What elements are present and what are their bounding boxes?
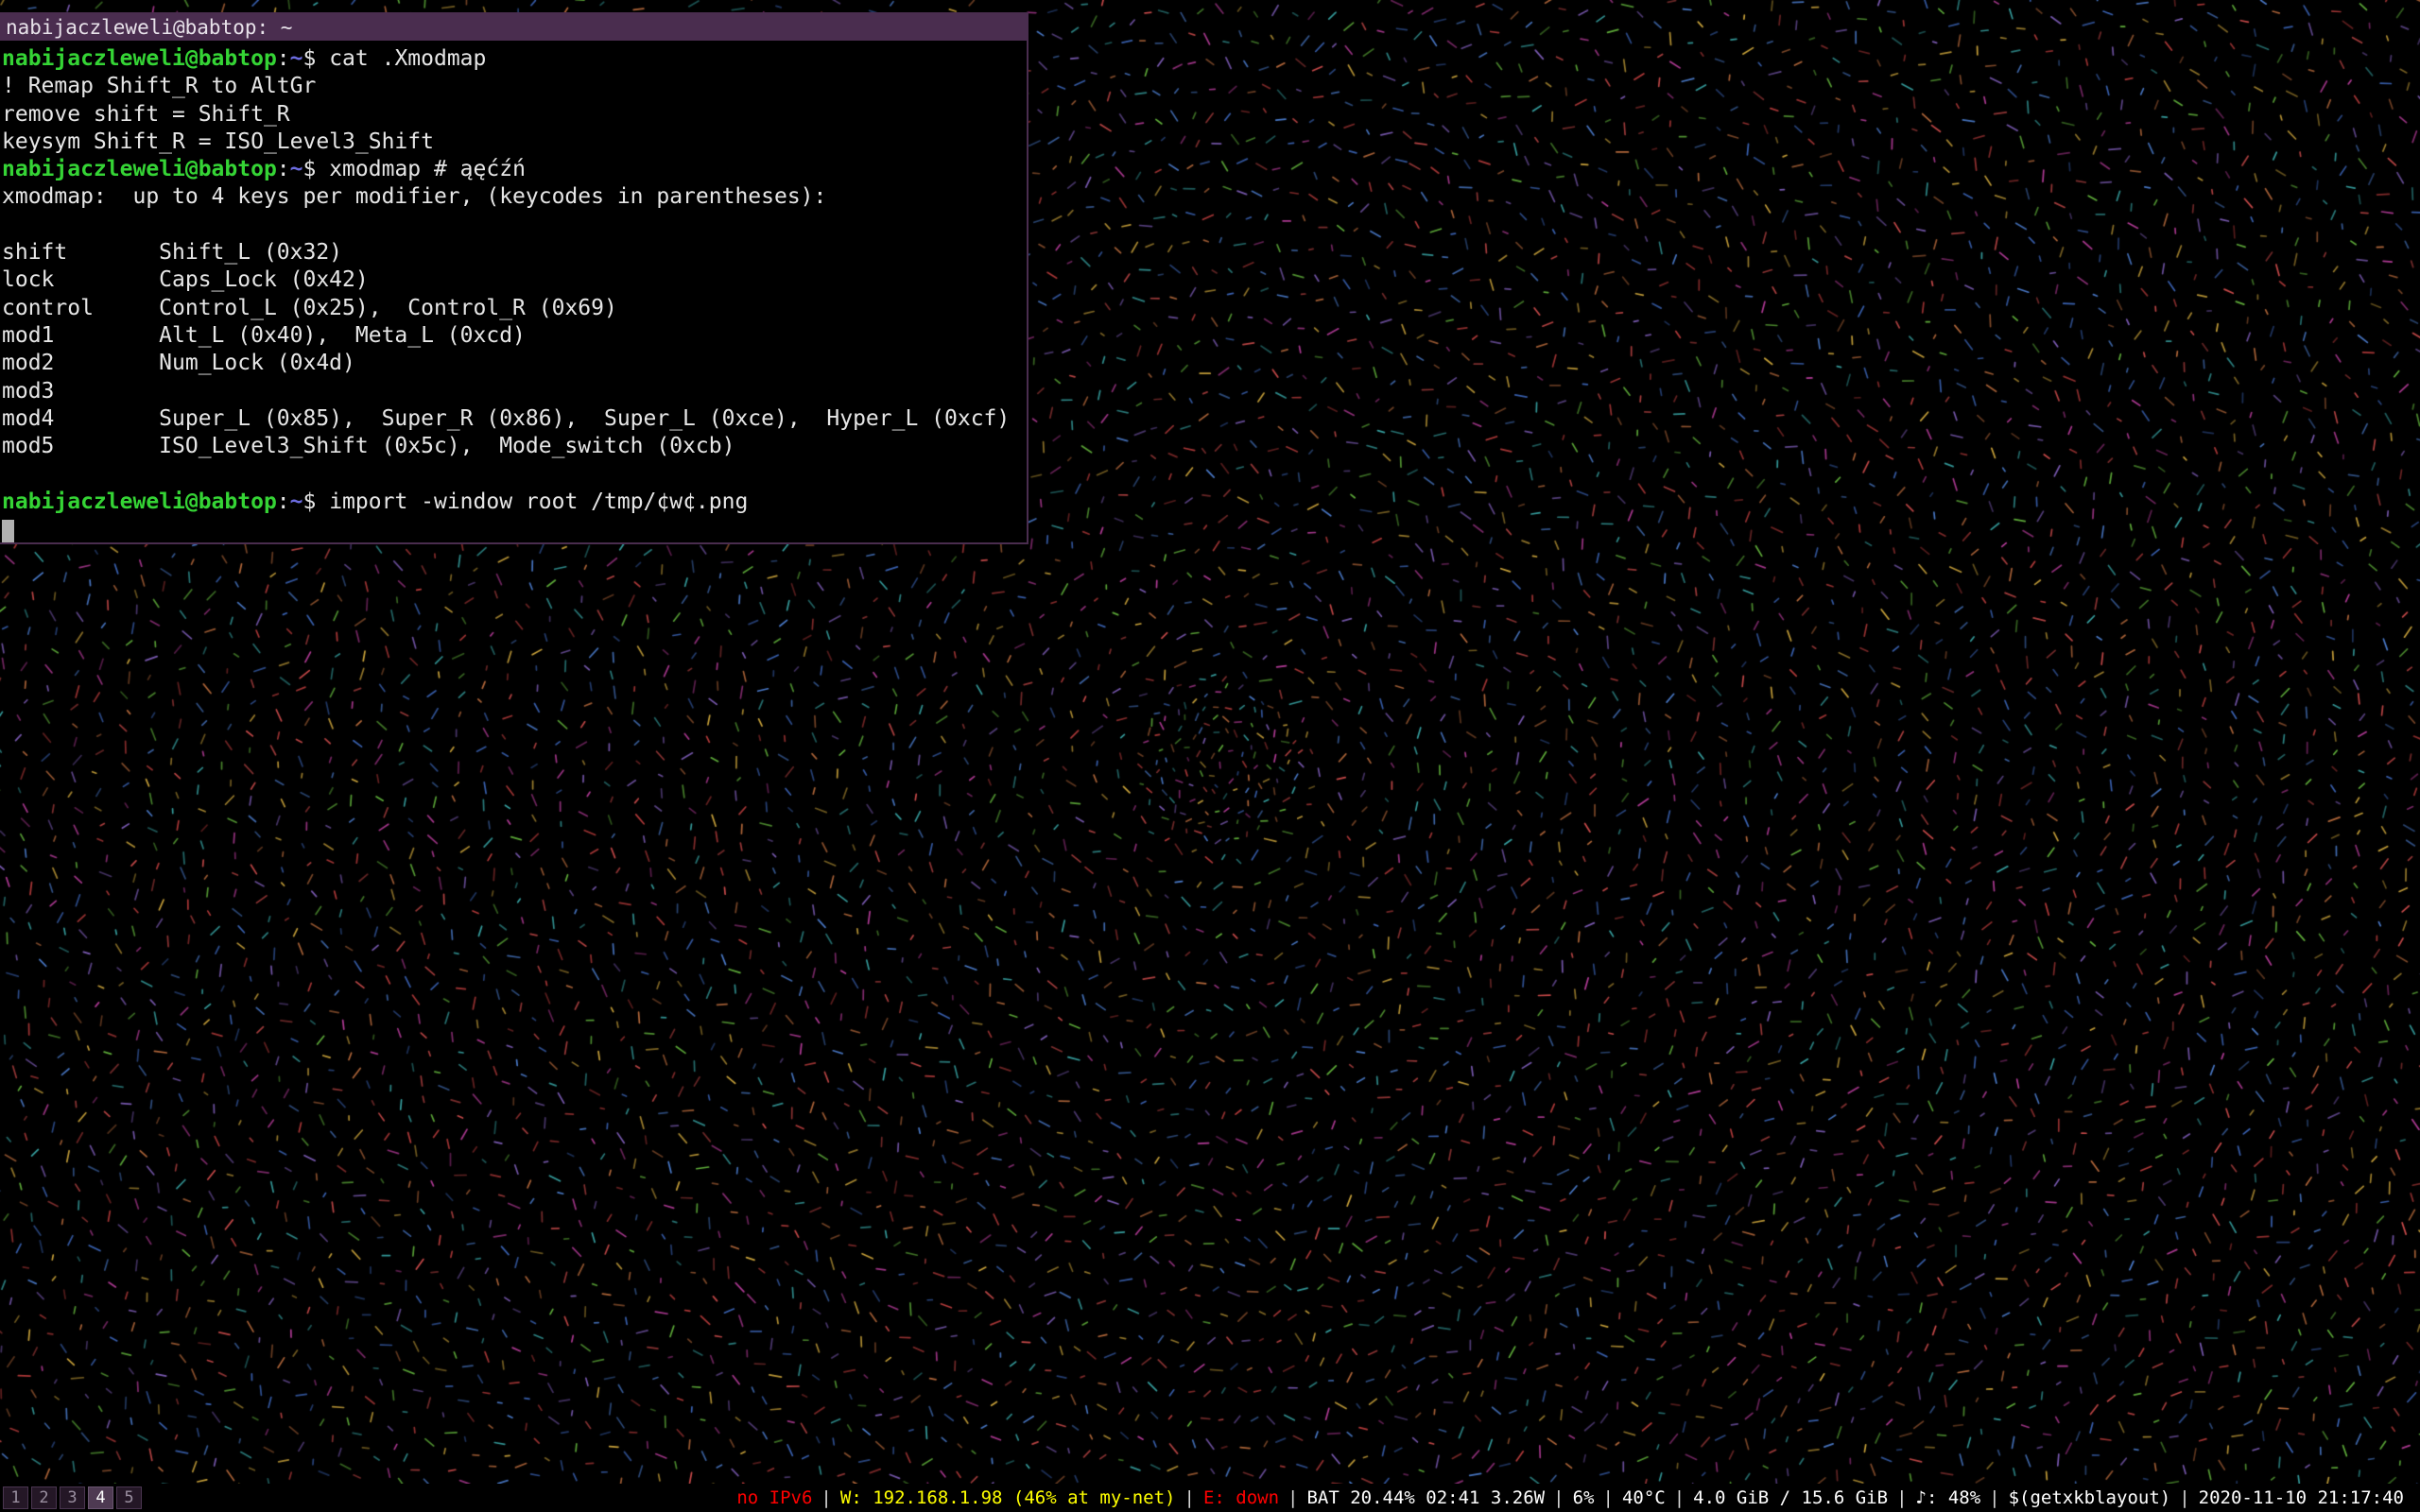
workspace-button-1[interactable]: 1 [3, 1486, 28, 1509]
terminal-line: control Control_L (0x25), Control_R (0x6… [2, 295, 1027, 322]
workspace-button-5[interactable]: 5 [116, 1486, 142, 1509]
terminal-text: nabijaczleweli@babtop [2, 490, 277, 514]
status-segment: ♪: 48% [1908, 1487, 1990, 1508]
status-separator: | [1896, 1487, 1907, 1508]
terminal-text: nabijaczleweli@babtop [2, 46, 277, 71]
terminal-line [2, 212, 1027, 239]
terminal-text: $ cat .Xmodmap [303, 46, 487, 71]
workspace-switcher: 12345 [0, 1486, 142, 1509]
terminal-text: : [277, 157, 290, 181]
workspace-button-3[interactable]: 3 [60, 1486, 85, 1509]
terminal-line: xmodmap: up to 4 keys per modifier, (key… [2, 183, 1027, 211]
status-bar: 12345 no IPv6|W: 192.168.1.98 (46% at my… [0, 1484, 2420, 1512]
terminal-text: shift Shift_L (0x32) [2, 240, 342, 265]
terminal-line: mod1 Alt_L (0x40), Meta_L (0xcd) [2, 322, 1027, 350]
workspace-button-4[interactable]: 4 [88, 1486, 113, 1509]
terminal-text: mod1 Alt_L (0x40), Meta_L (0xcd) [2, 323, 526, 348]
terminal-text: nabijaczleweli@babtop [2, 157, 277, 181]
terminal-body[interactable]: nabijaczleweli@babtop:~$ cat .Xmodmap! R… [0, 41, 1027, 542]
terminal-line: shift Shift_L (0x32) [2, 239, 1027, 266]
terminal-text: : [277, 46, 290, 71]
terminal-line: nabijaczleweli@babtop:~$ xmodmap # ąęćźń [2, 156, 1027, 183]
terminal-line: nabijaczleweli@babtop:~$ import -window … [2, 489, 1027, 516]
terminal-text: keysym Shift_R = ISO_Level3_Shift [2, 129, 434, 154]
terminal-line: remove shift = Shift_R [2, 101, 1027, 129]
terminal-line [2, 460, 1027, 488]
terminal-text: ~ [290, 157, 303, 181]
terminal-text: remove shift = Shift_R [2, 102, 290, 127]
terminal-text: ~ [290, 490, 303, 514]
status-segment: W: 192.168.1.98 (46% at my-net) [832, 1487, 1184, 1508]
status-separator: | [1288, 1487, 1298, 1508]
terminal-text: mod5 ISO_Level3_Shift (0x5c), Mode_switc… [2, 434, 735, 458]
terminal-text: control Control_L (0x25), Control_R (0x6… [2, 296, 617, 320]
terminal-text: mod4 Super_L (0x85), Super_R (0x86), Sup… [2, 406, 1010, 431]
status-segment: E: down [1195, 1487, 1288, 1508]
terminal-line: keysym Shift_R = ISO_Level3_Shift [2, 129, 1027, 156]
status-separator: | [1674, 1487, 1685, 1508]
status-segment: 6% [1564, 1487, 1603, 1508]
terminal-text: mod2 Num_Lock (0x4d) [2, 351, 355, 375]
status-separator: | [1989, 1487, 1999, 1508]
status-separator: | [821, 1487, 831, 1508]
terminal-text: xmodmap: up to 4 keys per modifier, (key… [2, 184, 826, 209]
terminal-line: mod5 ISO_Level3_Shift (0x5c), Mode_switc… [2, 433, 1027, 460]
terminal-line: nabijaczleweli@babtop:~$ cat .Xmodmap [2, 45, 1027, 73]
terminal-cursor [2, 520, 14, 542]
terminal-text: lock Caps_Lock (0x42) [2, 267, 369, 292]
terminal-line [2, 516, 1027, 542]
status-text: no IPv6|W: 192.168.1.98 (46% at my-net)|… [728, 1487, 2420, 1508]
terminal-line: ! Remap Shift_R to AltGr [2, 73, 1027, 100]
status-segment: BAT 20.44% 02:41 3.26W [1298, 1487, 1553, 1508]
terminal-line: mod4 Super_L (0x85), Super_R (0x86), Sup… [2, 405, 1027, 433]
terminal-text: $ xmodmap # ąęćźń [303, 157, 526, 181]
terminal-window[interactable]: nabijaczleweli@babtop: ~ nabijaczleweli@… [0, 12, 1028, 544]
terminal-line: mod3 [2, 378, 1027, 405]
status-segment: 4.0 GiB / 15.6 GiB [1685, 1487, 1896, 1508]
terminal-titlebar[interactable]: nabijaczleweli@babtop: ~ [0, 14, 1027, 41]
terminal-text: ! Remap Shift_R to AltGr [2, 74, 316, 98]
status-separator: | [1602, 1487, 1613, 1508]
terminal-text: $ import -window root /tmp/¢w¢.png [303, 490, 749, 514]
status-segment: no IPv6 [728, 1487, 821, 1508]
status-segment: 40°C [1614, 1487, 1674, 1508]
workspace-button-2[interactable]: 2 [31, 1486, 57, 1509]
status-separator: | [2179, 1487, 2189, 1508]
status-segment: $(getxkblayout) [2000, 1487, 2180, 1508]
status-separator: | [1184, 1487, 1194, 1508]
terminal-line: mod2 Num_Lock (0x4d) [2, 350, 1027, 377]
terminal-line: lock Caps_Lock (0x42) [2, 266, 1027, 294]
status-separator: | [1553, 1487, 1564, 1508]
status-segment: 2020-11-10 21:17:40 [2190, 1487, 2412, 1508]
terminal-text: ~ [290, 46, 303, 71]
terminal-text: mod3 [2, 379, 54, 404]
terminal-text: : [277, 490, 290, 514]
